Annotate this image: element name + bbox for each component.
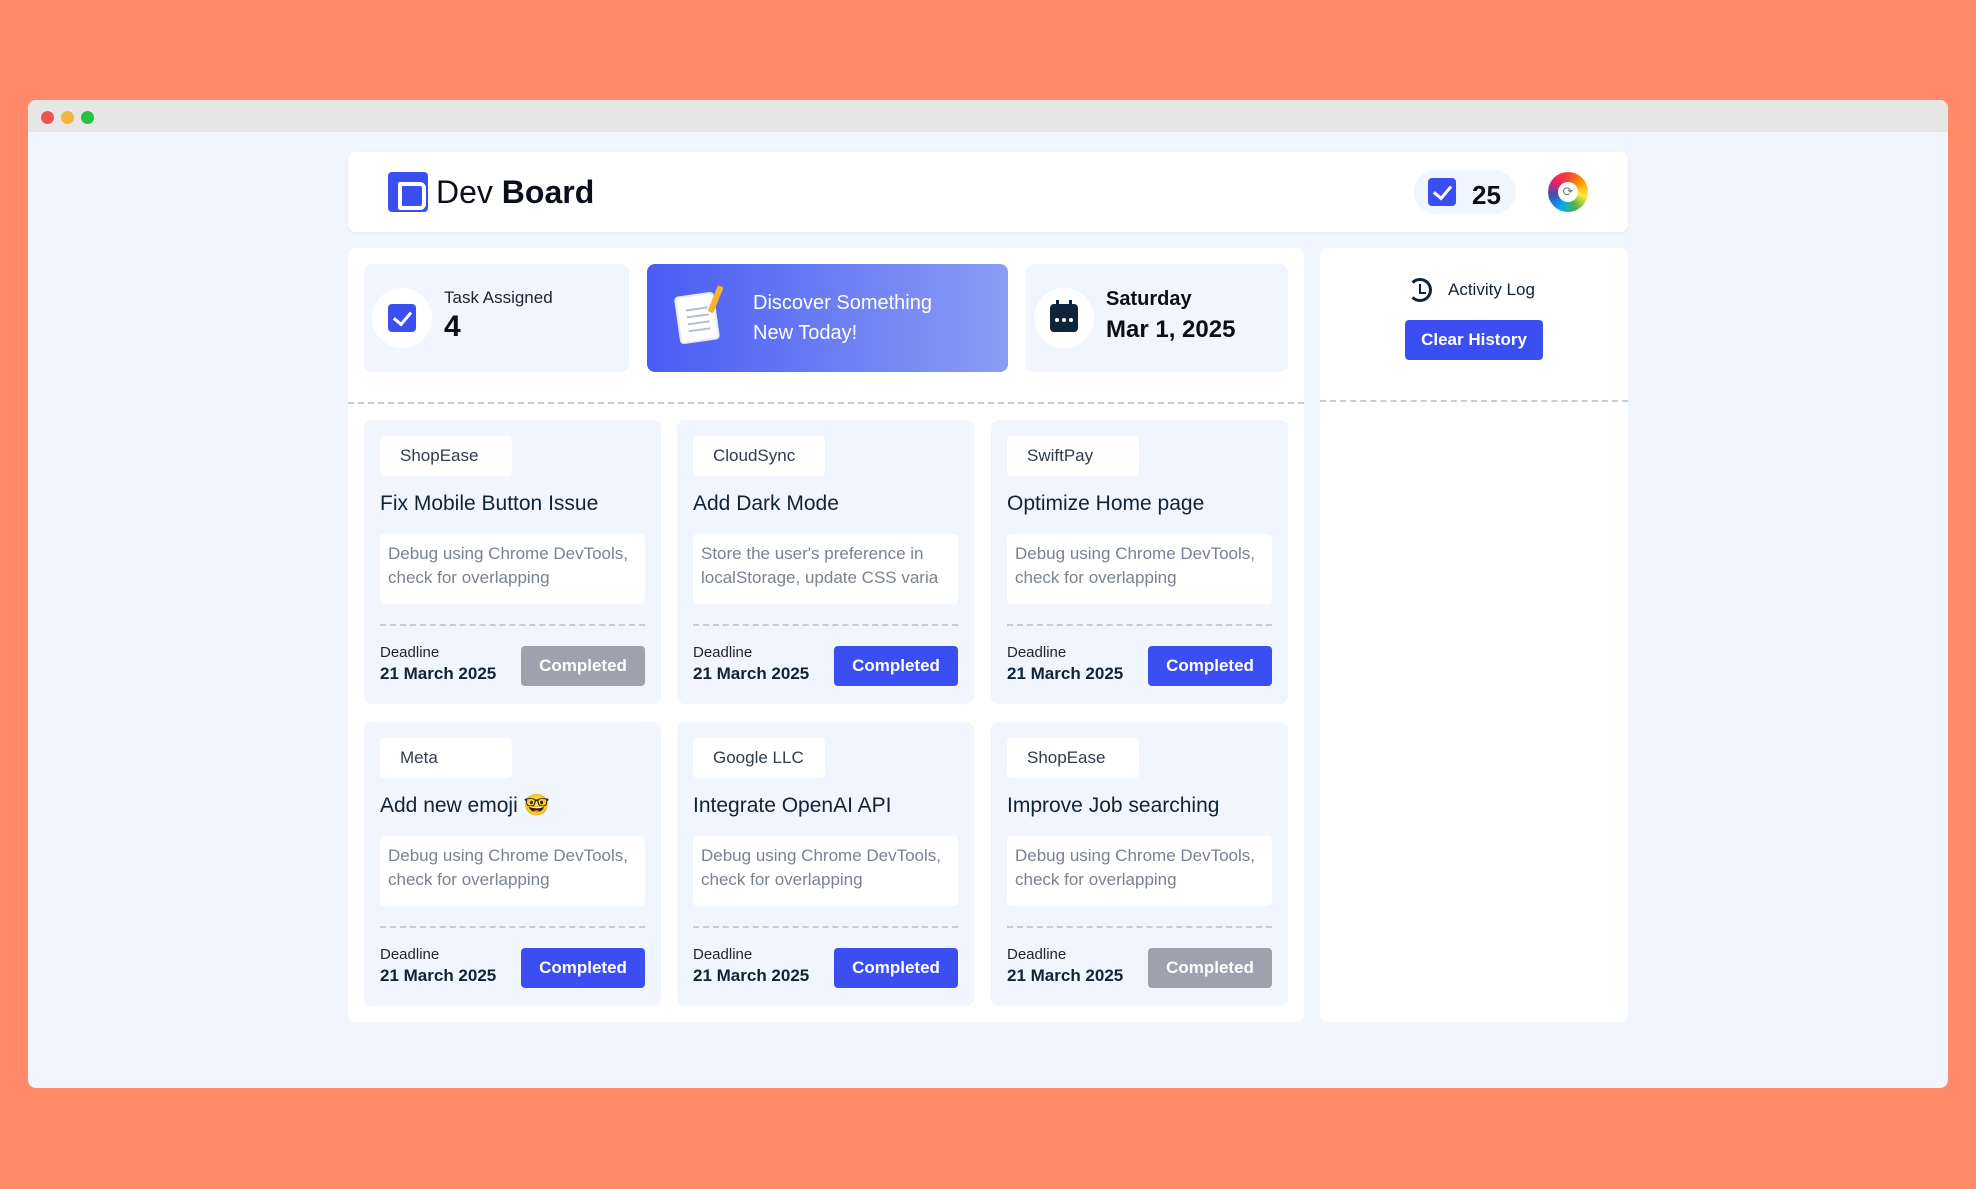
task-description-line: Debug using Chrome DevTools, <box>701 846 942 865</box>
deadline-label: Deadline <box>380 644 440 661</box>
completed-button[interactable]: Completed <box>1148 948 1272 988</box>
activity-divider <box>1320 400 1628 402</box>
task-description-line: check for overlapping <box>701 870 863 889</box>
deadline-date: 21 March 2025 <box>693 664 810 683</box>
completed-button[interactable]: Completed <box>521 646 645 686</box>
task-description-line: localStorage, update CSS varia <box>701 568 939 587</box>
task-description: Debug using Chrome DevTools, check for o… <box>380 836 645 906</box>
discover-text: Discover Something New Today! <box>753 288 993 348</box>
task-title: Improve Job searching <box>1007 794 1220 817</box>
task-assigned-card: Task Assigned 4 <box>364 264 629 372</box>
task-card: CloudSync Add Dark Mode Store the user's… <box>677 420 974 704</box>
discover-line-2: New Today! <box>753 322 858 344</box>
task-description-line: Debug using Chrome DevTools, <box>1015 846 1256 865</box>
card-divider <box>693 926 958 928</box>
card-divider <box>380 926 645 928</box>
section-divider <box>348 402 1304 404</box>
task-card: SwiftPay Optimize Home page Debug using … <box>991 420 1288 704</box>
company-tag: Google LLC <box>693 738 825 778</box>
task-description-line: check for overlapping <box>1015 870 1177 889</box>
company-tag: ShopEase <box>380 436 512 476</box>
task-title: Optimize Home page <box>1007 492 1205 515</box>
task-description-line: Debug using Chrome DevTools, <box>1015 544 1256 563</box>
task-description: Debug using Chrome DevTools, check for o… <box>693 836 958 906</box>
task-card: Google LLC Integrate OpenAI API Debug us… <box>677 722 974 1006</box>
task-description-line: Debug using Chrome DevTools, <box>388 846 629 865</box>
task-title: Add new emoji 🤓 <box>380 794 550 817</box>
deadline-label: Deadline <box>693 946 753 963</box>
logo-text-bold: Board <box>501 174 595 210</box>
deadline-label: Deadline <box>1007 946 1067 963</box>
deadline-date: 21 March 2025 <box>380 966 497 985</box>
clear-history-button[interactable]: Clear History <box>1405 320 1543 360</box>
company-tag: Meta <box>380 738 512 778</box>
task-description: Debug using Chrome DevTools, check for o… <box>1007 534 1272 604</box>
completed-button[interactable]: Completed <box>834 646 958 686</box>
deadline-date: 21 March 2025 <box>380 664 497 683</box>
deadline-label: Deadline <box>1007 644 1067 661</box>
card-divider <box>1007 624 1272 626</box>
logo-icon <box>388 172 428 212</box>
task-description: Debug using Chrome DevTools, check for o… <box>1007 836 1272 906</box>
task-assigned-label: Task Assigned <box>444 288 553 307</box>
task-card: ShopEase Improve Job searching Debug usi… <box>991 722 1288 1006</box>
task-grid: ShopEase Fix Mobile Button Issue Debug u… <box>364 420 1288 1006</box>
minimize-window-dot[interactable] <box>61 111 74 124</box>
company-tag: ShopEase <box>1007 738 1139 778</box>
task-description-line: check for overlapping <box>1015 568 1177 587</box>
current-day: Saturday <box>1106 288 1192 310</box>
task-description-line: Debug using Chrome DevTools, <box>388 544 629 563</box>
task-card: ShopEase Fix Mobile Button Issue Debug u… <box>364 420 661 704</box>
theme-color-button[interactable] <box>1548 172 1588 212</box>
task-description-line: Store the user's preference in <box>701 544 924 563</box>
task-icon-circle <box>372 288 432 348</box>
task-description: Store the user's preference in localStor… <box>693 534 958 604</box>
task-title: Add Dark Mode <box>693 492 839 515</box>
company-tag: CloudSync <box>693 436 825 476</box>
checkbox-icon <box>388 304 416 332</box>
task-description-line: check for overlapping <box>388 870 550 889</box>
deadline-label: Deadline <box>693 644 753 661</box>
history-icon <box>1408 278 1432 302</box>
task-assigned-count: 4 <box>444 310 461 343</box>
completed-count-badge: 25 <box>1414 170 1516 214</box>
app-logo[interactable]: Dev Board <box>436 172 594 212</box>
card-divider <box>1007 926 1272 928</box>
notepad-icon <box>673 291 721 345</box>
current-date: Mar 1, 2025 <box>1106 316 1236 343</box>
calendar-icon-circle <box>1034 288 1094 348</box>
card-divider <box>693 624 958 626</box>
maximize-window-dot[interactable] <box>81 111 94 124</box>
close-window-dot[interactable] <box>41 111 54 124</box>
date-card: Saturday Mar 1, 2025 <box>1026 264 1288 372</box>
task-card: Meta Add new emoji 🤓 Debug using Chrome … <box>364 722 661 1006</box>
logo-text-regular: Dev <box>436 174 493 210</box>
task-description-line: check for overlapping <box>388 568 550 587</box>
browser-titlebar <box>28 100 1948 132</box>
deadline-date: 21 March 2025 <box>1007 966 1124 985</box>
app-header: Dev Board 25 <box>348 152 1628 232</box>
completed-button[interactable]: Completed <box>521 948 645 988</box>
deadline-date: 21 March 2025 <box>1007 664 1124 683</box>
task-description: Debug using Chrome DevTools, check for o… <box>380 534 645 604</box>
activity-log-title: Activity Log <box>1448 280 1535 299</box>
task-title: Fix Mobile Button Issue <box>380 492 599 515</box>
checkbox-icon <box>1428 178 1456 206</box>
discover-line-1: Discover Something <box>753 292 932 314</box>
completed-button[interactable]: Completed <box>1148 646 1272 686</box>
discover-card[interactable]: Discover Something New Today! <box>647 264 1008 372</box>
calendar-icon <box>1050 300 1078 332</box>
activity-log-panel: Activity Log Clear History <box>1320 248 1628 1022</box>
stats-row: Task Assigned 4 Discover Something New T… <box>364 264 1288 372</box>
deadline-date: 21 March 2025 <box>693 966 810 985</box>
task-title: Integrate OpenAI API <box>693 794 892 817</box>
completed-count: 25 <box>1472 180 1501 210</box>
card-divider <box>380 624 645 626</box>
company-tag: SwiftPay <box>1007 436 1139 476</box>
deadline-label: Deadline <box>380 946 440 963</box>
main-panel: Task Assigned 4 Discover Something New T… <box>348 248 1304 1022</box>
completed-button[interactable]: Completed <box>834 948 958 988</box>
